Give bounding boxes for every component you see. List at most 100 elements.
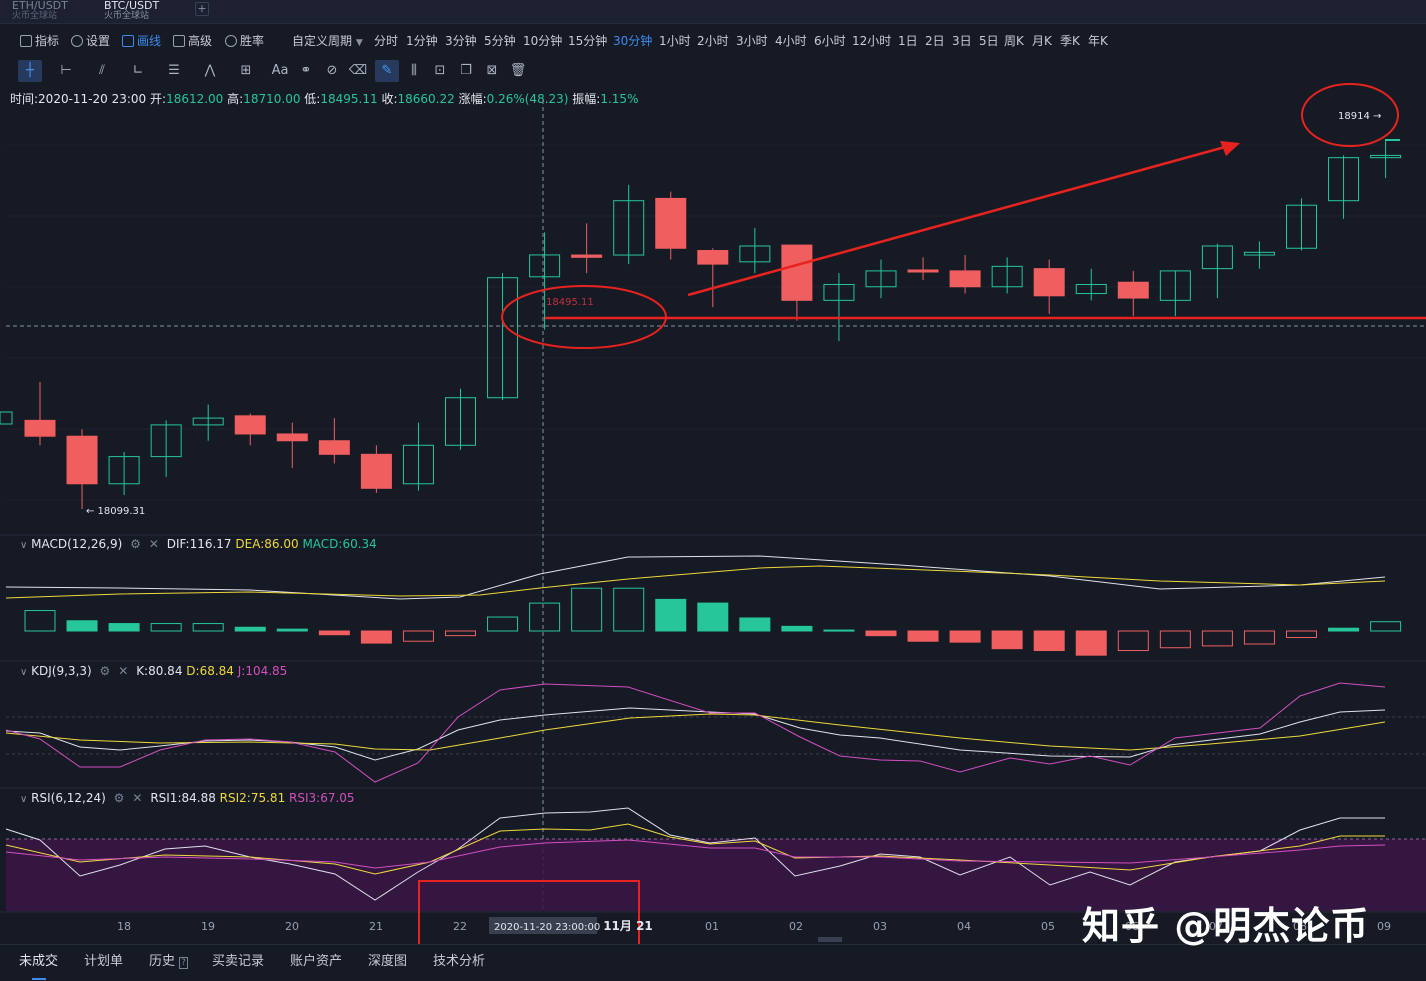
kdj-name: KDJ(9,3,3) [31,664,92,678]
x-axis-tick-label: 01 [705,920,719,933]
collapse-icon[interactable]: ∨ [20,540,27,551]
macd-bar [1117,630,1149,652]
rsi-name: RSI(6,12,24) [31,791,106,805]
candle-body [66,435,98,485]
macd-bar [1286,630,1317,639]
tab-plan-orders[interactable]: 计划单 [84,950,123,969]
kdj-d-line [5,713,1386,751]
trend-arrow-head [1220,141,1240,156]
active-tab-indicator [32,978,46,980]
candle-body [1033,268,1065,297]
macd-bar [108,623,140,632]
tab-depth-chart[interactable]: 深度图 [368,950,407,969]
tab-trade-records[interactable]: 买卖记录 [212,950,264,969]
high-price-marker: 18914 → [1338,111,1381,122]
x-axis-tick-label: 22 [453,920,467,933]
x-axis-tick-label: 11月 21 [603,919,653,933]
macd-bar [360,630,392,644]
x-axis-tick-label: 04 [957,920,971,933]
x-axis-tick-label: 05 [1041,920,1055,933]
x-axis-tick-label: 03 [873,920,887,933]
macd-bar [529,602,561,632]
x-axis-tick-label: 18 [117,920,131,933]
candle-body [655,197,687,249]
candle-body [571,254,603,258]
macd-bar [150,623,182,632]
macd-header: ∨ MACD(12,26,9) ⚙ ✕ DIF:116.17 DEA:86.00 … [20,537,377,551]
candle-body [0,411,13,425]
kdj-j: J:104.85 [237,664,288,678]
x-axis-tick-label: 09 [1377,920,1391,933]
x-axis-tick-label: 19 [201,920,215,933]
scroll-handle [818,937,842,942]
macd-dif: DIF:116.17 [166,537,232,551]
macd-bar [865,630,897,637]
kdj-k: K:80.84 [136,664,183,678]
macd-bar [1075,630,1107,656]
macd-bar [739,617,771,632]
collapse-icon[interactable]: ∨ [20,667,27,678]
macd-name: MACD(12,26,9) [31,537,123,551]
close-icon[interactable]: ✕ [132,791,142,805]
macd-bar [402,630,434,642]
x-axis-tick-label: 21 [369,920,383,933]
macd-bar [907,630,939,642]
macd-panel [5,555,1402,656]
info-icon: ? [179,957,188,969]
x-axis-tick-label: 02 [789,920,803,933]
annotations [418,83,1426,944]
macd-bar [991,630,1023,650]
tab-history[interactable]: 历史 ? [149,950,188,969]
candle-body [697,250,729,265]
candle-body [781,244,813,301]
close-icon[interactable]: ✕ [149,537,159,551]
gear-icon[interactable]: ⚙ [114,791,125,805]
gear-icon[interactable]: ⚙ [100,664,111,678]
macd-value: MACD:60.34 [302,537,377,551]
macd-bar [487,616,519,632]
macd-bar [697,602,729,632]
macd-bar [24,610,56,632]
macd-bar [1328,627,1360,632]
candle-body [234,415,266,435]
macd-bar [276,628,308,632]
macd-dea: DEA:86.00 [235,537,299,551]
kdj-d: D:68.84 [186,664,234,678]
macd-bar [1159,630,1191,649]
rsi-3: RSI3:67.05 [289,791,355,805]
macd-bar [192,623,224,632]
crosshair-time-label: 2020-11-20 23:00:00 [494,922,600,933]
macd-bar [445,630,476,637]
rsi-1: RSI1:84.88 [150,791,216,805]
macd-dea-line [5,565,1386,599]
candle-body [360,453,392,489]
macd-bar [66,620,98,632]
macd-bar [655,598,687,632]
close-icon[interactable]: ✕ [118,664,128,678]
kdj-header: ∨ KDJ(9,3,3) ⚙ ✕ K:80.84 D:68.84 J:104.85 [20,664,287,678]
candlestick-series [0,140,1402,509]
candle-body [949,270,981,288]
macd-bar [1370,621,1402,632]
tab-technical-analysis[interactable]: 技术分析 [433,950,485,969]
x-axis-tick-label: 20 [285,920,299,933]
rsi-header: ∨ RSI(6,12,24) ⚙ ✕ RSI1:84.88 RSI2:75.81 … [20,791,355,805]
macd-bar [1243,630,1275,645]
tab-account-assets[interactable]: 账户资产 [290,950,342,969]
candle-body [1117,281,1149,299]
low-price-marker: ← 18099.31 [86,506,145,517]
macd-bar [823,629,855,632]
macd-bar [613,587,645,632]
macd-bar [318,630,350,636]
macd-bar [571,587,603,632]
collapse-icon[interactable]: ∨ [20,794,27,805]
candle-body [24,419,56,437]
candle-body [276,433,308,442]
kdj-panel [5,682,1426,783]
tab-open-orders[interactable]: 未成交 [19,950,58,969]
kdj-j-line [5,682,1386,783]
macd-bar [949,630,981,643]
watermark: 知乎 @明杰论币 [1082,904,1370,948]
gear-icon[interactable]: ⚙ [130,537,141,551]
rsi-2: RSI2:75.81 [219,791,286,805]
